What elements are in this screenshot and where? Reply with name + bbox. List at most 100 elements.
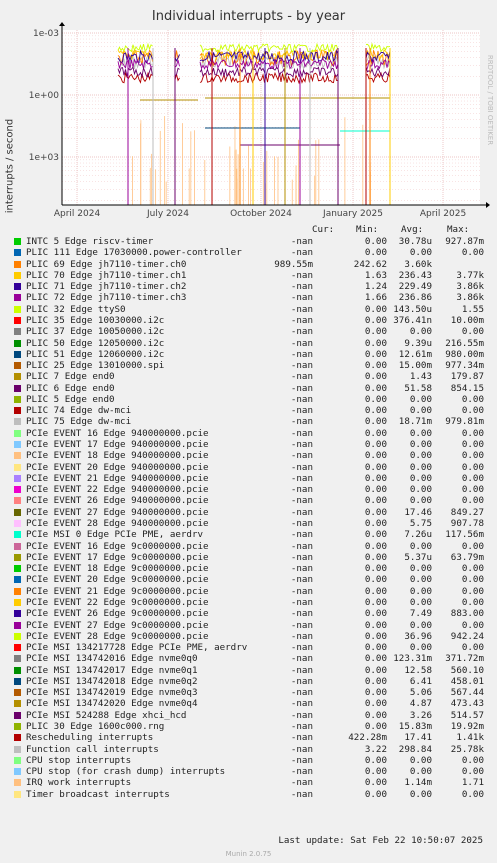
legend-cur: -nan xyxy=(290,281,313,293)
legend-row: PCIe MSI 134742017 Edge nvme0q1 -nan 0.00 1… xyxy=(14,665,484,676)
x-tick-label: April 2024 xyxy=(54,209,101,219)
legend-avg: 0.00 xyxy=(409,585,432,597)
legend-swatch xyxy=(14,305,21,313)
legend-name: PCIe MSI 0 Edge PCIe PME, aerdrv xyxy=(26,529,204,541)
legend-avg: 0.00 xyxy=(409,619,432,631)
legend-row: PCIe MSI 0 Edge PCIe PME, aerdrv -nan 0.00… xyxy=(14,529,484,540)
legend-row: PCIe EVENT 20 Edge 9c0000000.pcie -nan 0.0… xyxy=(14,574,484,585)
legend-max: 907.78 xyxy=(450,518,484,529)
legend-avg: 9.39u xyxy=(404,337,432,349)
legend-name: Function call interrupts xyxy=(26,743,159,755)
legend-name: Rescheduling interrupts xyxy=(26,732,154,744)
legend-row: PLIC 111 Edge 17030000.power-controller -… xyxy=(14,247,484,258)
legend-min: 0.00 xyxy=(364,303,387,315)
legend-swatch xyxy=(14,339,21,347)
last-update: Last update: Sat Feb 22 10:50:07 2025 xyxy=(278,835,483,846)
legend-name: PCIe MSI 134217728 Edge PCIe PME, aerdrv xyxy=(26,642,248,654)
legend-cur: -nan xyxy=(290,326,313,338)
legend-min: 0.00 xyxy=(364,427,387,439)
legend-row: PCIe MSI 134217728 Edge PCIe PME, aerdrv… xyxy=(14,642,484,653)
legend-max: 0.00 xyxy=(461,766,484,778)
legend-min: 0.00 xyxy=(364,766,387,778)
legend-min: 0.00 xyxy=(364,642,387,654)
legend-name: PCIe EVENT 26 Edge 9c0000000.pcie xyxy=(26,608,209,620)
legend-max: 0.00 xyxy=(461,619,484,631)
x-axis-arrow xyxy=(486,202,490,208)
legend-name: PCIe EVENT 16 Edge 940000000.pcie xyxy=(26,427,209,439)
legend-row: PLIC 75 Edge dw-mci -nan 0.00 18.71m 979.81m xyxy=(14,416,484,427)
legend-swatch xyxy=(14,745,21,753)
legend-min: 0.00 xyxy=(364,247,387,259)
legend-min: 0.00 xyxy=(364,236,387,247)
legend-name: PCIe EVENT 17 Edge 940000000.pcie xyxy=(26,439,209,451)
legend-max: 0.00 xyxy=(461,393,484,405)
legend-max: 0.00 xyxy=(461,427,484,439)
legend-swatch xyxy=(14,328,21,336)
legend-max: 1.71 xyxy=(461,777,484,789)
legend-avg: 0.00 xyxy=(409,563,432,575)
legend-row: CPU stop (for crash dump) interrupts -nan… xyxy=(14,766,484,777)
legend-cur: -nan xyxy=(290,653,313,665)
legend-max: 0.00 xyxy=(461,754,484,766)
legend-row: PCIe MSI 134742016 Edge nvme0q0 -nan 0.00 1… xyxy=(14,653,484,664)
legend-cur: -nan xyxy=(290,698,313,710)
legend-min: 0.00 xyxy=(364,563,387,575)
legend-min: 0.00 xyxy=(364,664,387,676)
legend-row: PCIe EVENT 18 Edge 9c0000000.pcie -nan 0.0… xyxy=(14,563,484,574)
legend-swatch xyxy=(14,362,21,370)
legend-min: 0.00 xyxy=(364,551,387,563)
legend-avg: 12.58 xyxy=(404,664,432,676)
legend-name: PCIe EVENT 26 Edge 940000000.pcie xyxy=(26,495,209,507)
legend-cur: -nan xyxy=(290,371,313,383)
legend-cur: -nan xyxy=(290,619,313,631)
legend-row: PCIe EVENT 17 Edge 940000000.pcie -nan 0.0… xyxy=(14,439,484,450)
legend-row: PLIC 6 Edge end0 -nan 0.00 51.58 854.15 xyxy=(14,383,484,394)
legend-max: 63.79m xyxy=(450,551,484,563)
legend-max: 883.00 xyxy=(450,608,484,620)
legend-max: 0.00 xyxy=(461,247,484,259)
legend-row: PCIe EVENT 22 Edge 9c0000000.pcie -nan 0.0… xyxy=(14,597,484,608)
legend-cur: -nan xyxy=(290,596,313,608)
legend-max: 0.00 xyxy=(461,450,484,462)
legend-row: PCIe MSI 524288 Edge xhci_hcd -nan 0.00 3.2… xyxy=(14,710,484,721)
legend-row: PLIC 37 Edge 10050000.i2c -nan 0.00 0.00 0.0… xyxy=(14,326,484,337)
legend-swatch xyxy=(14,384,21,392)
legend-name: PCIe EVENT 27 Edge 940000000.pcie xyxy=(26,506,209,518)
legend-cur: -nan xyxy=(290,337,313,349)
legend-max: 849.27 xyxy=(450,506,484,518)
legend-max: 979.81m xyxy=(445,416,484,428)
legend-max: 0.00 xyxy=(461,563,484,575)
legend-row: PCIe EVENT 26 Edge 940000000.pcie -nan 0.0… xyxy=(14,495,484,506)
legend-min: 0.00 xyxy=(364,371,387,383)
legend-avg: 3.26 xyxy=(409,709,432,721)
x-tick-label: July 2024 xyxy=(146,209,189,219)
legend-cur: -nan xyxy=(290,540,313,552)
legend-min: 0.00 xyxy=(364,393,387,405)
legend-cur: -nan xyxy=(290,348,313,360)
legend-row: PCIe EVENT 16 Edge 9c0000000.pcie -nan 0.0… xyxy=(14,541,484,552)
legend-avg: 143.50u xyxy=(393,303,432,315)
legend-avg: 5.37u xyxy=(404,551,432,563)
legend-swatch xyxy=(14,407,21,415)
legend-row: CPU stop interrupts -nan 0.00 0.00 0.00 xyxy=(14,755,484,766)
legend-max: 560.10 xyxy=(450,664,484,676)
legend-avg: 0.00 xyxy=(409,439,432,451)
legend-cur: -nan xyxy=(290,382,313,394)
legend-avg: 298.84 xyxy=(398,743,432,755)
legend-cur: -nan xyxy=(290,630,313,642)
legend-min: 0.00 xyxy=(364,348,387,360)
legend-avg: 51.58 xyxy=(404,382,432,394)
legend-swatch xyxy=(14,553,21,561)
legend-avg: 0.00 xyxy=(409,788,432,800)
legend-swatch xyxy=(14,768,21,776)
legend-name: PCIe EVENT 28 Edge 9c0000000.pcie xyxy=(26,630,209,642)
legend-cur: -nan xyxy=(290,732,313,744)
legend-cur: -nan xyxy=(290,450,313,462)
legend-cur: -nan xyxy=(290,551,313,563)
legend-name: PCIe EVENT 21 Edge 940000000.pcie xyxy=(26,472,209,484)
legend-cur: -nan xyxy=(290,360,313,372)
legend-min: 0.00 xyxy=(364,326,387,338)
legend-avg: 7.26u xyxy=(404,529,432,541)
legend-max: 854.15 xyxy=(450,382,484,394)
legend-cur: -nan xyxy=(290,393,313,405)
